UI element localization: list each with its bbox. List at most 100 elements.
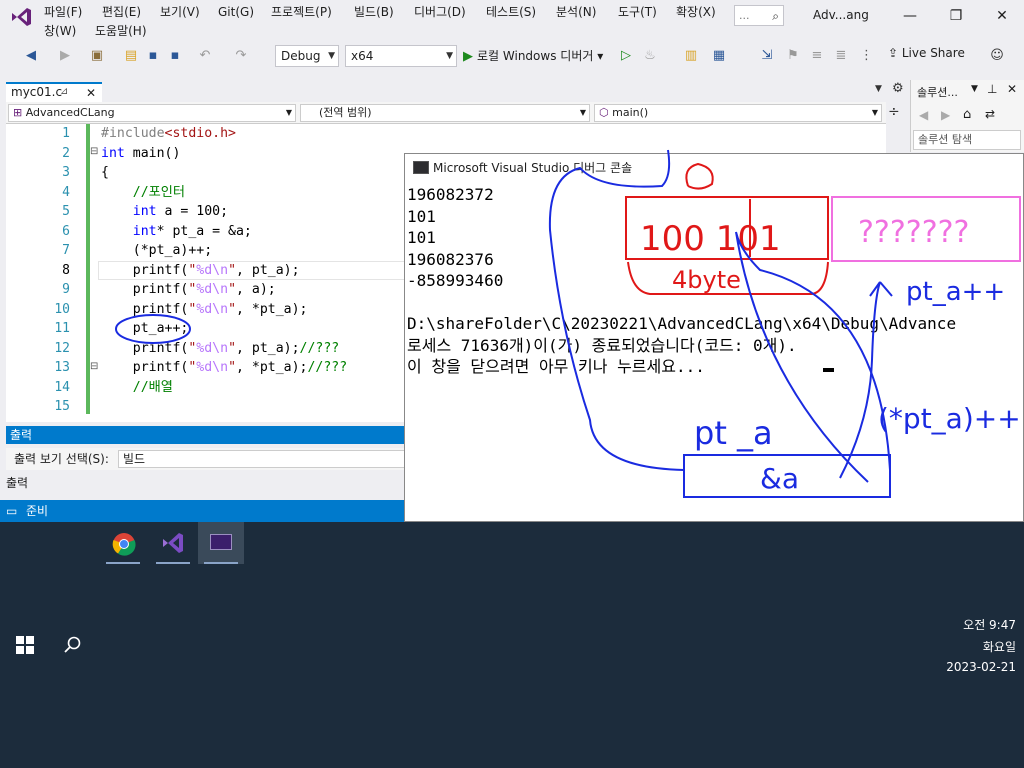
menu-debug[interactable]: 디버그(D) <box>414 4 466 20</box>
output-title: 출력 <box>10 428 33 442</box>
uncomment-icon[interactable]: ≣ <box>832 46 850 66</box>
chevron-down-icon[interactable]: ▼ <box>971 84 978 94</box>
menu-edit[interactable]: 편집(E) <box>102 4 141 20</box>
line-number: 2 <box>62 145 70 161</box>
tab-list-icon[interactable]: ▼ <box>875 84 882 94</box>
chevron-down-icon: ▼ <box>579 108 586 117</box>
console-line: 이 창을 닫으려면 아무 키나 누르세요... <box>407 357 705 376</box>
menu-bar: 파일(F) 편집(E) 보기(V) Git(G) 프로젝트(P) 빌드(B) 디… <box>0 0 1024 42</box>
menu-extensions[interactable]: 확장(X) <box>676 4 716 20</box>
tab-myc01-c[interactable]: myc01.c ⊿ ✕ <box>6 82 102 102</box>
config-dropdown[interactable]: Debug ▼ <box>275 45 339 67</box>
function-dropdown[interactable]: ⬡ main() ▼ <box>594 104 882 122</box>
clock-time[interactable]: 오전 9:47 <box>896 616 1016 633</box>
taskbar-visual-studio[interactable] <box>150 522 196 564</box>
tab-label: myc01.c <box>11 85 63 99</box>
navigation-bar: ⊞ AdvancedCLang ▼ (전역 범위) ▼ ⬡ main() ▼ <box>6 102 886 124</box>
tab-output[interactable]: 출력 <box>6 474 28 491</box>
menu-analyze[interactable]: 분석(N) <box>556 4 596 20</box>
back-icon[interactable]: ◀ <box>919 108 928 122</box>
close-icon[interactable]: ✕ <box>988 4 1016 28</box>
windows-start-icon[interactable] <box>16 636 34 654</box>
step-icon[interactable]: ⇲ <box>758 46 776 66</box>
project-value: AdvancedCLang <box>25 106 115 119</box>
collapse-icon[interactable]: ⊟ <box>90 361 98 372</box>
console-cursor <box>823 368 834 372</box>
sync-icon[interactable]: ⇄ <box>985 107 995 121</box>
line-number: 9 <box>62 282 70 297</box>
pin-icon[interactable]: ⊿ <box>60 84 68 100</box>
start-without-debug-icon[interactable]: ▷ <box>618 46 634 66</box>
line-number: 7 <box>62 243 70 258</box>
menu-view[interactable]: 보기(V) <box>160 4 200 20</box>
forward-icon[interactable]: ▶ <box>56 46 74 66</box>
redo-icon[interactable]: ↷ <box>232 46 250 66</box>
taskbar-console[interactable] <box>198 522 244 564</box>
line-number: 10 <box>54 301 70 317</box>
console-title-bar: Microsoft Visual Studio 디버그 콘솔 <box>405 154 1023 182</box>
home-icon[interactable]: ⌂ <box>963 107 971 122</box>
menu-git[interactable]: Git(G) <box>218 4 254 20</box>
collapse-icon[interactable]: ⊟ <box>90 146 98 157</box>
debug-console-window[interactable]: Microsoft Visual Studio 디버그 콘솔 196082372… <box>404 153 1024 522</box>
output-panel-header[interactable]: 출력 <box>6 426 404 444</box>
save-icon[interactable]: ▪ <box>144 46 162 66</box>
platform-dropdown[interactable]: x64 ▼ <box>345 45 457 67</box>
output-source-value: 빌드 <box>123 452 146 466</box>
project-dropdown[interactable]: ⊞ AdvancedCLang ▼ <box>8 104 296 122</box>
pin-icon[interactable]: ⊥ <box>987 82 997 96</box>
new-item-icon[interactable]: ▣ <box>88 46 106 66</box>
bookmark-icon[interactable]: ⚑ <box>784 46 802 66</box>
console-line: 로세스 71636개)이(가) 종료되었습니다(코드: 0개). <box>407 335 797 355</box>
split-icon[interactable]: ÷ <box>888 104 900 120</box>
line-number: 3 <box>62 165 70 180</box>
line-number: 11 <box>54 321 70 336</box>
console-line: 196082376 <box>407 249 494 269</box>
output-source-dropdown[interactable]: 빌드 <box>118 450 408 468</box>
line-number: 13 <box>54 360 70 375</box>
menu-project[interactable]: 프로젝트(P) <box>271 4 332 20</box>
hot-reload-icon[interactable]: ♨ <box>642 46 658 66</box>
maximize-icon[interactable]: ❐ <box>942 4 970 28</box>
comment-icon[interactable]: ≡ <box>808 46 826 66</box>
line-number: 4 <box>62 184 70 200</box>
chevron-down-icon: ▼ <box>285 108 292 117</box>
line-number: 8 <box>62 262 70 278</box>
run-debugger-button[interactable]: ▶ 로컬 Windows 디버거 ▾ <box>463 46 603 67</box>
save-all-icon[interactable]: ▪ <box>166 46 184 66</box>
solution-explorer-icon[interactable]: ▥ <box>682 46 700 66</box>
function-icon: ⬡ <box>599 106 609 119</box>
menu-tools[interactable]: 도구(T) <box>618 4 657 20</box>
console-app-icon <box>210 534 232 550</box>
menu-help[interactable]: 도움말(H) <box>95 23 147 39</box>
undo-icon[interactable]: ↶ <box>196 46 214 66</box>
running-indicator <box>204 562 238 564</box>
visual-studio-window: 파일(F) 편집(E) 보기(V) Git(G) 프로젝트(P) 빌드(B) 디… <box>0 0 1024 522</box>
settings-icon[interactable]: ⚙ <box>892 81 904 96</box>
open-folder-icon[interactable]: ▤ <box>122 46 140 66</box>
close-tab-icon[interactable]: ✕ <box>86 85 96 101</box>
menu-build[interactable]: 빌드(B) <box>354 4 394 20</box>
back-icon[interactable]: ◀ <box>22 46 40 66</box>
search-input[interactable]: ... ⌕ <box>734 5 784 26</box>
overflow-icon[interactable]: ⋮ <box>860 46 873 66</box>
search-icon: ⌕ <box>772 9 779 23</box>
minimize-icon[interactable]: — <box>896 4 924 28</box>
clock-weekday[interactable]: 화요일 <box>896 638 1016 655</box>
line-number: 12 <box>54 340 70 356</box>
taskbar-search-icon[interactable] <box>62 634 84 656</box>
menu-file[interactable]: 파일(F) <box>44 4 82 20</box>
running-indicator <box>156 562 190 564</box>
solution-search-input[interactable]: 솔루션 탐색 <box>913 130 1021 150</box>
forward-icon[interactable]: ▶ <box>941 108 950 122</box>
menu-test[interactable]: 테스트(S) <box>486 4 536 20</box>
live-share-button[interactable]: ⇪ Live Share <box>888 46 965 60</box>
menu-window[interactable]: 창(W) <box>44 23 76 39</box>
scope-dropdown[interactable]: (전역 범위) ▼ <box>300 104 590 122</box>
taskbar-chrome[interactable] <box>100 522 146 564</box>
feedback-icon[interactable]: ☺ <box>988 46 1006 66</box>
clock-date[interactable]: 2023-02-21 <box>896 660 1016 674</box>
layout-icon[interactable]: ▦ <box>710 46 728 66</box>
close-icon[interactable]: ✕ <box>1007 82 1017 96</box>
console-line: 101 <box>407 206 436 226</box>
